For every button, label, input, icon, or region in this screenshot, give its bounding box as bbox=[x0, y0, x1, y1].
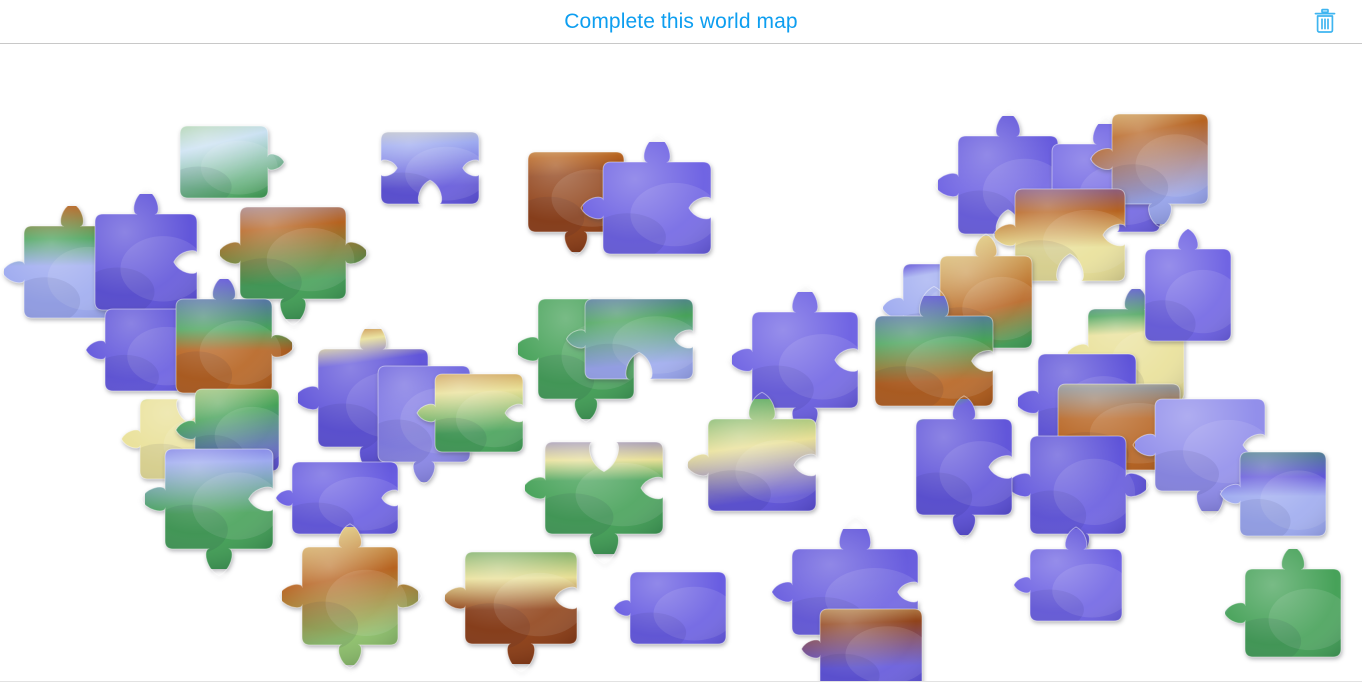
puzzle-piece[interactable] bbox=[1010, 526, 1142, 641]
clear-board-button[interactable] bbox=[1308, 5, 1342, 39]
page-title: Complete this world map bbox=[564, 10, 798, 33]
board-footer-rule bbox=[0, 681, 1362, 682]
puzzle-piece[interactable] bbox=[685, 391, 836, 531]
puzzle-piece[interactable] bbox=[580, 134, 731, 274]
puzzle-piece[interactable] bbox=[800, 589, 942, 681]
puzzle-piece[interactable] bbox=[277, 523, 423, 669]
puzzle-piece[interactable] bbox=[565, 279, 713, 399]
puzzle-piece[interactable] bbox=[140, 429, 293, 577]
puzzle-board[interactable] bbox=[0, 44, 1362, 681]
puzzle-piece[interactable] bbox=[361, 112, 499, 224]
puzzle-piece[interactable] bbox=[442, 532, 597, 673]
puzzle-piece[interactable] bbox=[610, 552, 746, 664]
trash-icon bbox=[1313, 8, 1337, 37]
app-header: Complete this world map bbox=[0, 0, 1362, 44]
puzzle-piece[interactable] bbox=[1219, 432, 1346, 556]
puzzle-piece[interactable] bbox=[1223, 545, 1361, 677]
puzzle-piece[interactable] bbox=[896, 395, 1032, 539]
